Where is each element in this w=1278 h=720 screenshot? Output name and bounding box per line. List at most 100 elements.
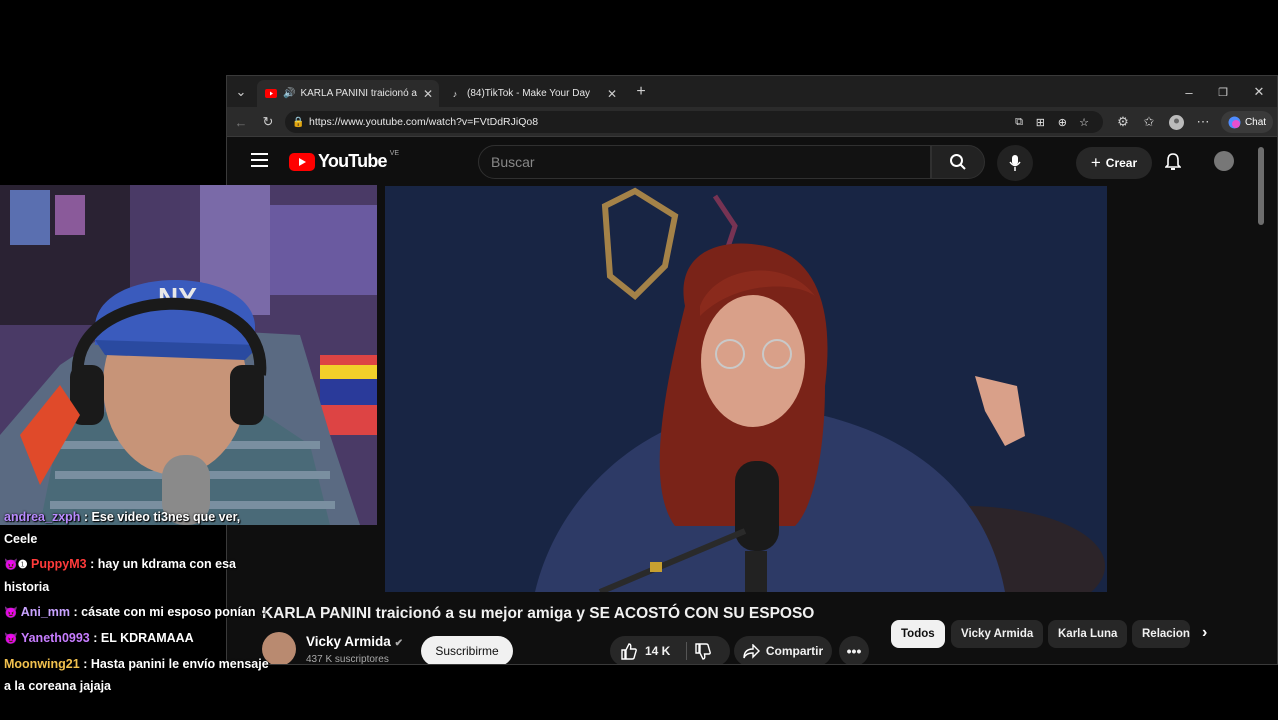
subscribe-label: Suscribirme xyxy=(435,644,499,658)
youtube-logo[interactable]: YouTube VE xyxy=(289,150,400,172)
like-count: 14 K xyxy=(645,644,671,658)
video-player[interactable] xyxy=(385,186,1107,592)
chip-vicky-armida[interactable]: Vicky Armida xyxy=(951,620,1044,648)
reload-icon[interactable]: ↻ xyxy=(260,114,276,130)
account-avatar[interactable] xyxy=(1214,151,1234,171)
country-code: VE xyxy=(389,150,400,157)
chat-message: 😈❶ PuppyM3 : hay un kdrama con esa histo… xyxy=(0,553,270,598)
share-arrow-icon xyxy=(743,643,760,659)
chat-label: Chat xyxy=(1244,116,1267,128)
tab-close-icon[interactable]: ✕ xyxy=(423,87,433,101)
chat-message: 😈 Ani_mm : cásate con mi esposo ponían ◔ xyxy=(0,601,270,624)
zoom-icon[interactable]: ⊕ xyxy=(1058,116,1067,129)
youtube-favicon-icon xyxy=(265,88,277,100)
browser-window: ⌄ 🔊 KARLA PANINI traicionó a su me ✕ ♪ (… xyxy=(226,75,1278,665)
chip-relacion[interactable]: Relacion xyxy=(1132,620,1190,648)
search-placeholder: Buscar xyxy=(491,154,535,170)
back-icon[interactable]: ← xyxy=(233,114,249,130)
tab-youtube[interactable]: 🔊 KARLA PANINI traicionó a su me ✕ xyxy=(257,80,439,107)
tab-title: KARLA PANINI traicionó a su me xyxy=(300,88,420,99)
more-menu-icon[interactable]: ⋯ xyxy=(1195,114,1211,130)
channel-name-row[interactable]: Vicky Armida ✔ xyxy=(306,634,403,649)
plus-icon: + xyxy=(1090,153,1101,172)
minimize-icon[interactable]: – xyxy=(1181,84,1197,100)
subscribe-button[interactable]: Suscribirme xyxy=(421,636,513,664)
chip-label: Karla Luna xyxy=(1058,628,1118,640)
logo-text: YouTube xyxy=(318,151,388,171)
search-icon xyxy=(950,154,966,170)
more-actions-button[interactable]: ••• xyxy=(839,636,869,664)
restore-icon[interactable]: ❐ xyxy=(1215,84,1231,100)
tab-list-chevron-icon[interactable]: ⌄ xyxy=(233,84,249,100)
like-dislike-group: 14 K xyxy=(610,636,730,664)
chip-todos[interactable]: Todos xyxy=(891,620,945,648)
streamer-webcam: NY xyxy=(0,185,377,525)
profile-avatar-icon[interactable] xyxy=(1168,114,1184,130)
chat-message: 😈 Yaneth0993 : EL KDRAMAAA xyxy=(0,627,270,650)
chips-next-chevron-icon[interactable]: › xyxy=(1202,624,1207,642)
more-horizontal-icon: ••• xyxy=(846,643,862,659)
tab-strip: ⌄ 🔊 KARLA PANINI traicionó a su me ✕ ♪ (… xyxy=(227,76,1277,107)
youtube-page: YouTube VE Buscar + Crear KARLA PANINI t… xyxy=(227,137,1267,665)
voice-search-button[interactable] xyxy=(997,145,1033,181)
chat-text: : cásate con mi esposo ponían xyxy=(73,605,256,619)
chat-username: Yaneth0993 xyxy=(20,631,90,645)
share-button[interactable]: Compartir xyxy=(734,636,832,664)
site-info-icon[interactable]: 🔒 xyxy=(292,117,304,128)
address-bar: ← ↻ 🔒 https://www.youtube.com/watch?v=FV… xyxy=(227,107,1277,137)
channel-name[interactable]: Vicky Armida xyxy=(306,634,391,649)
url-field[interactable]: 🔒 https://www.youtube.com/watch?v=FVtDdR… xyxy=(285,111,1103,133)
create-button[interactable]: + Crear xyxy=(1076,147,1152,179)
like-divider xyxy=(686,642,687,660)
webcam-frame: NY xyxy=(0,185,377,525)
chip-karla-luna[interactable]: Karla Luna xyxy=(1048,620,1128,648)
chip-label: Todos xyxy=(901,628,935,640)
chat-username: andrea_zxph xyxy=(4,510,81,524)
dislike-button[interactable] xyxy=(694,643,711,663)
app-available-icon[interactable]: ⊞ xyxy=(1036,116,1045,129)
hamburger-menu-icon[interactable] xyxy=(251,153,268,167)
share-label: Compartir xyxy=(765,644,824,658)
chat-message: Moonwing21 : Hasta panini le envío mensa… xyxy=(0,653,270,697)
video-frame xyxy=(385,186,1107,592)
verified-icon: ✔ xyxy=(394,638,403,649)
favorite-star-icon[interactable]: ☆ xyxy=(1079,116,1089,129)
page-scrollbar[interactable] xyxy=(1255,137,1267,664)
translate-icon[interactable]: ⧉ xyxy=(1015,116,1023,129)
chat-badges: 😈 xyxy=(4,633,18,645)
url-text: https://www.youtube.com/watch?v=FVtDdRJi… xyxy=(309,116,539,128)
new-tab-plus-icon[interactable]: + xyxy=(633,83,649,100)
thumbs-up-icon xyxy=(621,642,637,660)
tab-title: (84)TikTok - Make Your Day xyxy=(467,88,591,99)
subscriber-count: 437 K suscriptores xyxy=(306,654,389,665)
notifications-bell-icon[interactable] xyxy=(1164,153,1182,176)
like-button[interactable]: 14 K xyxy=(620,642,671,660)
chip-label: Vicky Armida xyxy=(961,628,1034,640)
tab-close-icon[interactable]: ✕ xyxy=(607,87,617,101)
favorites-icon[interactable]: ✩ xyxy=(1141,114,1157,130)
chat-username: PuppyM3 xyxy=(31,557,87,571)
window-close-icon[interactable]: ✕ xyxy=(1251,84,1267,100)
copilot-icon xyxy=(1228,116,1241,128)
chat-text: : EL KDRAMAAA xyxy=(93,631,194,645)
speaker-icon[interactable]: 🔊 xyxy=(283,88,295,99)
create-label: Crear xyxy=(1105,156,1138,170)
chat-message: andrea_zxph : Ese video ti3nes que ver, … xyxy=(0,506,270,550)
tiktok-favicon-icon: ♪ xyxy=(452,88,458,99)
chip-label: Relacion xyxy=(1142,628,1190,640)
scrollbar-thumb[interactable] xyxy=(1258,147,1264,225)
chat-badges: 😈 xyxy=(4,607,18,619)
extensions-icon[interactable]: ⚙ xyxy=(1115,114,1131,130)
chat-username: Ani_mm xyxy=(20,605,71,619)
thumbs-down-icon xyxy=(695,643,711,660)
chat-username: Moonwing21 xyxy=(4,657,80,671)
search-button[interactable] xyxy=(931,145,985,179)
copilot-chat-button[interactable]: Chat xyxy=(1221,111,1273,133)
chat-badges: 😈❶ xyxy=(4,559,28,571)
video-title: KARLA PANINI traicionó a su mejor amiga … xyxy=(262,605,815,622)
search-input[interactable]: Buscar xyxy=(478,145,931,179)
youtube-play-icon xyxy=(289,152,315,171)
tab-tiktok[interactable]: ♪ (84)TikTok - Make Your Day ✕ xyxy=(441,80,623,107)
youtube-topbar: YouTube VE Buscar + Crear xyxy=(227,137,1267,187)
microphone-icon xyxy=(1009,155,1021,171)
